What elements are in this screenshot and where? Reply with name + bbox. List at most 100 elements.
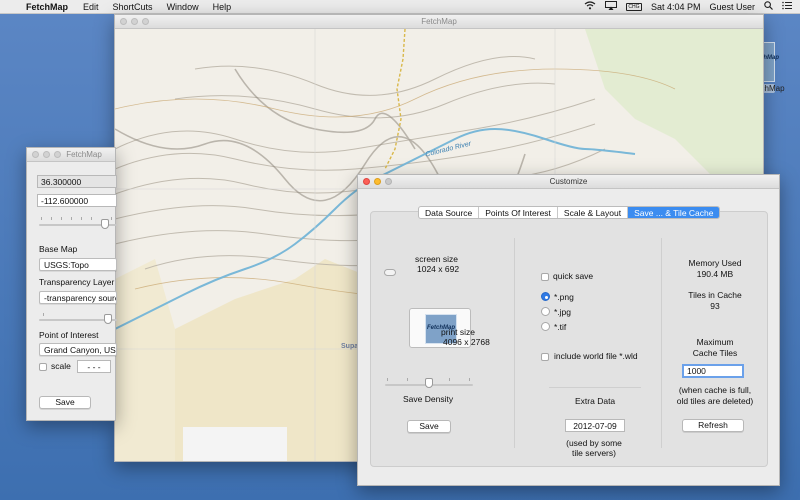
world-file-checkbox[interactable] bbox=[541, 353, 549, 361]
scale-field[interactable]: - - - bbox=[77, 360, 111, 373]
battery-label: CHG bbox=[628, 3, 640, 10]
menu-clock[interactable]: Sat 4:04 PM bbox=[651, 2, 701, 12]
extra-data-divider bbox=[549, 387, 641, 388]
customize-window-title: Customize bbox=[549, 177, 588, 186]
format-png-radio[interactable] bbox=[541, 292, 550, 301]
slider-tick bbox=[41, 217, 42, 220]
menu-window[interactable]: Window bbox=[160, 2, 206, 12]
quick-save-label: quick save bbox=[553, 271, 594, 281]
menu-app-name[interactable]: FetchMap bbox=[22, 2, 76, 12]
extra-data-note-line1: (used by some bbox=[566, 438, 622, 448]
max-cache-label-line2: Cache Tiles bbox=[692, 348, 738, 358]
quick-save-checkbox[interactable] bbox=[541, 273, 549, 281]
cache-note-line1: (when cache is full, bbox=[678, 385, 752, 395]
customize-window: Customize Data Source Points Of Interest… bbox=[357, 174, 780, 486]
format-png-label: *.png bbox=[554, 292, 574, 302]
slider-tick bbox=[449, 378, 450, 381]
airplay-icon[interactable] bbox=[604, 1, 617, 12]
tiles-in-cache-value: 93 bbox=[710, 301, 720, 311]
slider-tick bbox=[111, 217, 112, 220]
slider-tick bbox=[81, 217, 82, 220]
menu-bar: FetchMap Edit ShortCuts Window Help CHG … bbox=[0, 0, 800, 14]
controls-window: FetchMap 36.300000 -112.600000 Base Map … bbox=[26, 147, 117, 421]
slider-tick bbox=[387, 378, 388, 381]
print-size-value: 4096 x 2768 bbox=[443, 337, 490, 347]
customize-zoom-button[interactable] bbox=[385, 178, 392, 185]
menu-user[interactable]: Guest User bbox=[709, 2, 755, 12]
save-density-label: Save Density bbox=[403, 394, 454, 404]
controls-window-title: FetchMap bbox=[66, 150, 102, 159]
tab-save-tile-cache[interactable]: Save ... & Tile Cache bbox=[628, 207, 720, 218]
zoom-button[interactable] bbox=[142, 18, 149, 25]
base-map-popup[interactable]: USGS:Topo bbox=[39, 258, 117, 271]
format-tif-label: *.tif bbox=[554, 322, 567, 332]
extra-data-label: Extra Data bbox=[575, 396, 616, 406]
map-window-title: FetchMap bbox=[421, 17, 457, 26]
transparency-layer-label: Transparency Layer bbox=[39, 277, 115, 287]
cache-note-line2: old tiles are deleted) bbox=[676, 396, 754, 406]
slider-tick bbox=[469, 378, 470, 381]
controls-save-button[interactable]: Save bbox=[39, 396, 91, 409]
controls-window-titlebar[interactable]: FetchMap bbox=[27, 148, 115, 162]
max-cache-tiles-field[interactable]: 1000 bbox=[682, 364, 744, 378]
print-size-label: print size bbox=[441, 327, 476, 337]
tab-content-panel: screen size 1024 x 692 FetchMap print si… bbox=[370, 211, 768, 467]
memory-used-label: Memory Used bbox=[688, 258, 742, 268]
column-divider bbox=[514, 238, 515, 448]
column-divider bbox=[661, 238, 662, 448]
slider-tick bbox=[91, 217, 92, 220]
wifi-icon[interactable] bbox=[584, 1, 596, 12]
poi-popup[interactable]: Grand Canyon, USA bbox=[39, 343, 117, 356]
controls-minimize-button[interactable] bbox=[43, 151, 50, 158]
controls-zoom-button[interactable] bbox=[54, 151, 61, 158]
notification-center-icon[interactable] bbox=[782, 1, 792, 12]
slider-tick bbox=[407, 378, 408, 381]
transparency-popup[interactable]: -transparency source- bbox=[39, 291, 117, 304]
battery-icon[interactable]: CHG bbox=[625, 2, 642, 11]
slider-tick bbox=[61, 217, 62, 220]
customize-save-button[interactable]: Save bbox=[407, 420, 451, 433]
menu-shortcuts[interactable]: ShortCuts bbox=[106, 2, 160, 12]
scale-label: scale bbox=[51, 361, 71, 371]
customize-window-titlebar[interactable]: Customize bbox=[358, 175, 779, 189]
base-map-label: Base Map bbox=[39, 244, 78, 254]
format-jpg-radio[interactable] bbox=[541, 307, 550, 316]
save-density-slider-knob[interactable] bbox=[425, 378, 433, 388]
controls-window-lights bbox=[32, 151, 61, 158]
longitude-field[interactable]: -112.600000 bbox=[37, 194, 117, 207]
customize-window-lights bbox=[363, 178, 392, 185]
customize-minimize-button[interactable] bbox=[374, 178, 381, 185]
customize-tab-bar: Data Source Points Of Interest Scale & L… bbox=[418, 206, 721, 219]
controls-close-button[interactable] bbox=[32, 151, 39, 158]
window-controls bbox=[120, 18, 149, 25]
slider-tick bbox=[51, 217, 52, 220]
max-cache-label-line1: Maximum bbox=[696, 337, 734, 347]
menu-edit[interactable]: Edit bbox=[76, 2, 106, 12]
map-window-titlebar[interactable]: FetchMap bbox=[115, 15, 763, 29]
slider-tick bbox=[43, 313, 44, 316]
format-jpg-label: *.jpg bbox=[554, 307, 572, 317]
tab-data-source[interactable]: Data Source bbox=[419, 207, 480, 218]
format-tif-radio[interactable] bbox=[541, 322, 550, 331]
poi-label: Point of Interest bbox=[39, 330, 99, 340]
transparency-slider-knob[interactable] bbox=[104, 314, 112, 324]
tab-scale-layout[interactable]: Scale & Layout bbox=[558, 207, 629, 218]
spotlight-search-icon[interactable] bbox=[764, 1, 773, 12]
latitude-field[interactable]: 36.300000 bbox=[37, 175, 117, 188]
minimize-button[interactable] bbox=[131, 18, 138, 25]
customize-close-button[interactable] bbox=[363, 178, 370, 185]
close-button[interactable] bbox=[120, 18, 127, 25]
zoom-slider-knob[interactable] bbox=[101, 219, 109, 229]
world-file-label: include world file *.wld bbox=[554, 351, 638, 361]
memory-used-value: 190.4 MB bbox=[696, 269, 734, 279]
tab-points-of-interest[interactable]: Points Of Interest bbox=[479, 207, 558, 218]
menu-help[interactable]: Help bbox=[206, 2, 239, 12]
size-toggle-switch[interactable] bbox=[384, 269, 396, 276]
tiles-in-cache-label: Tiles in Cache bbox=[688, 290, 742, 300]
extra-data-field[interactable]: 2012-07-09 bbox=[565, 419, 625, 432]
scale-checkbox[interactable] bbox=[39, 363, 47, 371]
screen-size-value: 1024 x 692 bbox=[417, 264, 460, 274]
extra-data-note-line2: tile servers) bbox=[572, 448, 616, 458]
refresh-button[interactable]: Refresh bbox=[682, 419, 744, 432]
screen-size-label: screen size bbox=[415, 254, 458, 264]
